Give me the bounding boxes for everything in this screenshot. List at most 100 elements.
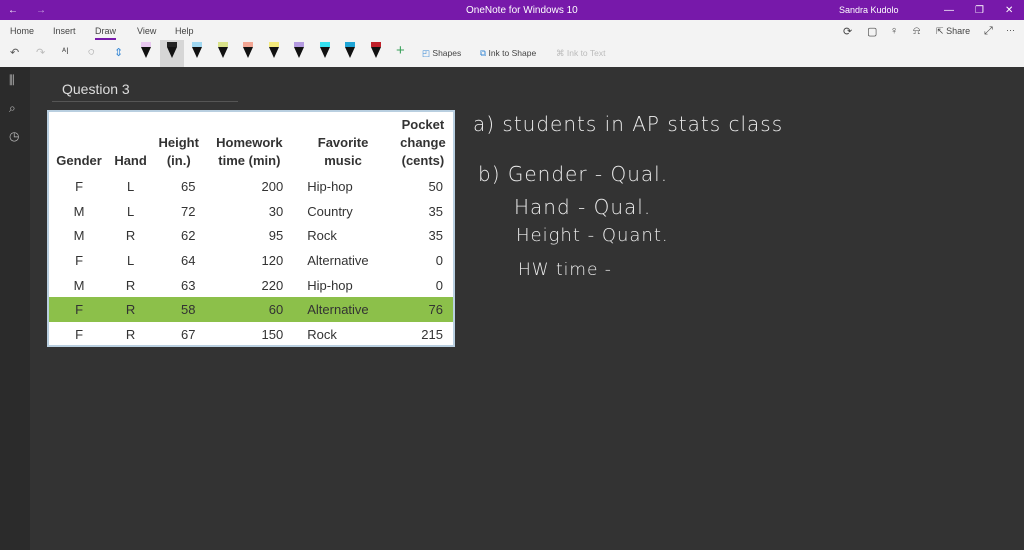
- table-row: F L 64 120 Alternative 0: [49, 248, 453, 273]
- table-cell: Alternative: [293, 297, 393, 323]
- pen-0[interactable]: [141, 42, 151, 60]
- column-header: Height (in.): [158, 135, 199, 168]
- minimize-button[interactable]: —: [944, 5, 954, 16]
- table-cell: 63: [180, 277, 196, 293]
- table-cell: R: [125, 326, 136, 342]
- pen-6[interactable]: [294, 42, 304, 60]
- back-button[interactable]: ←: [8, 5, 18, 16]
- tab-draw[interactable]: Draw: [95, 26, 117, 40]
- table-cell: 65: [180, 178, 196, 194]
- title-bar: ← → OneNote for Windows 10 Sandra Kudolo…: [0, 0, 1024, 20]
- table-cell: 200: [261, 178, 284, 194]
- share-label: Share: [946, 26, 971, 36]
- table-cell: Rock: [307, 326, 337, 342]
- table-cell: 50: [428, 178, 443, 194]
- table-cell: 0: [435, 277, 443, 293]
- restore-button[interactable]: ❐: [975, 5, 984, 16]
- add-space-icon[interactable]: ⇕: [114, 46, 123, 59]
- table-cell: 220: [261, 277, 284, 293]
- lasso-select-icon[interactable]: ◌: [88, 46, 95, 58]
- lightbulb-icon[interactable]: ♀: [890, 25, 898, 37]
- shapes-button[interactable]: ◰ Shapes: [422, 48, 461, 59]
- type-select-icon[interactable]: ᴬI: [62, 46, 69, 56]
- table-row: M R 63 220 Hip-hop 0: [49, 273, 453, 298]
- app-title: OneNote for Windows 10: [466, 5, 578, 16]
- fullscreen-icon[interactable]: ⤢: [984, 25, 993, 38]
- note-a[interactable]: a) students in AP stats class: [473, 112, 783, 136]
- table-cell: 95: [268, 228, 284, 244]
- ink-to-text-label: Ink to Text: [566, 48, 606, 58]
- tab-insert[interactable]: Insert: [53, 26, 76, 36]
- more-button[interactable]: ···: [1006, 25, 1015, 35]
- table-cell: F: [75, 326, 84, 342]
- table-cell: 120: [261, 252, 284, 268]
- table-cell: L: [126, 203, 135, 219]
- table-cell: M: [73, 277, 85, 293]
- table-cell: F: [75, 252, 84, 268]
- ink-to-text-button[interactable]: ⌘ Ink to Text: [556, 48, 605, 59]
- table-cell: 60: [205, 297, 294, 323]
- page-title[interactable]: Question 3: [62, 81, 130, 97]
- table-cell: R: [109, 297, 153, 323]
- table-cell: L: [126, 252, 135, 268]
- table-cell: 35: [428, 203, 443, 219]
- notebooks-icon[interactable]: ⫼: [9, 73, 15, 88]
- undo-icon[interactable]: ↶: [10, 46, 19, 59]
- column-header: Hand: [114, 153, 147, 168]
- sync-icon[interactable]: ⟳: [843, 25, 852, 38]
- ink-to-shape-button[interactable]: ⧉ Ink to Shape: [480, 48, 536, 59]
- sticky-note-icon[interactable]: ▢: [867, 25, 877, 38]
- table-cell: 72: [180, 203, 196, 219]
- table-cell: 0: [435, 252, 443, 268]
- recent-icon[interactable]: ◷: [9, 129, 19, 143]
- pen-2[interactable]: [192, 42, 202, 60]
- table-cell: Country: [307, 203, 353, 219]
- forward-button[interactable]: →: [36, 5, 46, 16]
- user-name[interactable]: Sandra Kudolo: [839, 5, 899, 15]
- table-cell: Rock: [307, 228, 337, 244]
- note-b4[interactable]: HW time -: [518, 260, 612, 280]
- pen-8[interactable]: [345, 42, 355, 60]
- table-cell: Hip-hop: [307, 178, 353, 194]
- share-icon: ⇱: [936, 26, 944, 36]
- table-row: F L 65 200 Hip-hop 50: [49, 174, 453, 199]
- table-row: F R 67 150 Rock 215: [49, 322, 453, 347]
- pen-7[interactable]: [319, 42, 330, 60]
- bell-icon[interactable]: ⍾: [913, 25, 920, 38]
- pen-4[interactable]: [243, 42, 253, 60]
- table-cell: 30: [268, 203, 284, 219]
- table-cell: 67: [180, 326, 196, 342]
- table-cell: M: [73, 228, 85, 244]
- tab-home[interactable]: Home: [10, 26, 34, 36]
- table-cell: 150: [261, 326, 284, 342]
- pen-5[interactable]: [268, 42, 279, 60]
- column-header: Favorite music: [317, 135, 369, 168]
- note-b1[interactable]: b) Gender - Qual.: [478, 162, 668, 186]
- table-cell: 62: [180, 228, 196, 244]
- note-b2[interactable]: Hand - Qual.: [514, 195, 651, 219]
- redo-icon[interactable]: ↷: [36, 46, 45, 59]
- search-icon[interactable]: ⌕: [9, 101, 16, 116]
- title-underline: [52, 101, 238, 102]
- table-cell: F: [49, 297, 110, 323]
- tab-view[interactable]: View: [137, 26, 156, 36]
- navigation-sidebar: ⫼ ⌕ ◷: [0, 67, 30, 550]
- pen-1[interactable]: [166, 42, 177, 60]
- pen-9[interactable]: [370, 42, 381, 60]
- add-pen-button[interactable]: +: [396, 42, 405, 59]
- ink-to-shape-label: Ink to Shape: [488, 48, 537, 58]
- shapes-label: Shapes: [432, 48, 462, 58]
- note-b3[interactable]: Height - Quant.: [516, 225, 669, 246]
- table-row: M L 72 30 Country 35: [49, 199, 453, 224]
- table-cell: L: [126, 178, 135, 194]
- table-cell: Alternative: [307, 252, 369, 268]
- table-cell: Hip-hop: [307, 277, 353, 293]
- close-button[interactable]: ✕: [1005, 5, 1013, 16]
- table-cell: 64: [180, 252, 196, 268]
- share-button[interactable]: ⇱ Share: [936, 26, 970, 37]
- tab-help[interactable]: Help: [175, 26, 194, 36]
- data-table[interactable]: Gender Hand Height (in.) Homework time (min…: [47, 110, 455, 347]
- ribbon: Home Insert Draw View Help ↶ ↷ ᴬI ◌ ⇕ + …: [0, 20, 1024, 67]
- table-cell: 35: [428, 228, 443, 244]
- pen-3[interactable]: [217, 42, 228, 60]
